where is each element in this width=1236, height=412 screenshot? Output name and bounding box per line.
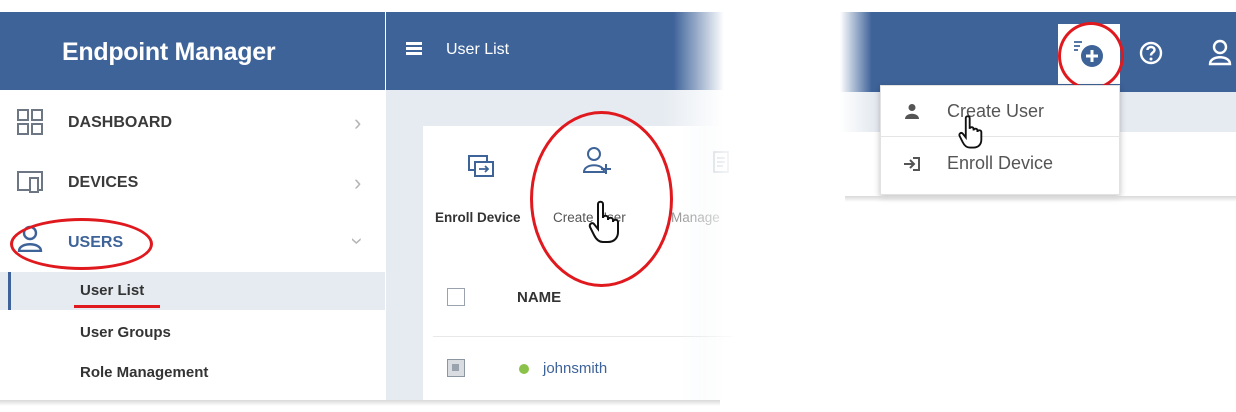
table-divider — [433, 336, 733, 337]
hamburger-menu-icon[interactable] — [406, 42, 422, 55]
chevron-right-icon: › — [354, 110, 362, 135]
manage-icon[interactable] — [713, 150, 729, 174]
hand-pointer-icon — [958, 115, 983, 149]
sidebar-subitem-role-management[interactable]: Role Management — [0, 354, 385, 392]
menu-item-create-user[interactable]: Create User — [881, 86, 1119, 136]
user-link[interactable]: johnsmith — [543, 360, 607, 377]
hand-pointer-icon — [588, 200, 619, 243]
column-header-name[interactable]: NAME — [517, 289, 561, 306]
row-checkbox[interactable] — [447, 359, 465, 377]
sidebar-item-dashboard[interactable]: DASHBOARD › — [0, 92, 385, 152]
sidebar-subitem-label: User Groups — [80, 324, 171, 341]
sidebar-subitem-user-list[interactable]: User List — [0, 272, 385, 310]
menu-item-enroll-device[interactable]: Enroll Device — [881, 138, 1119, 188]
devices-icon — [17, 171, 43, 193]
sidebar-item-label: DASHBOARD — [68, 114, 172, 131]
user-account-icon[interactable] — [1208, 38, 1234, 66]
sidebar-item-label: DEVICES — [68, 174, 139, 191]
quick-add-dropdown: Create User Enroll Device — [880, 85, 1120, 195]
help-icon[interactable] — [1138, 40, 1164, 66]
torn-edge-shadow — [0, 400, 720, 406]
sidebar-subitem-user-groups[interactable]: User Groups — [0, 314, 385, 352]
user-icon — [905, 104, 919, 119]
right-topbar — [840, 12, 1236, 92]
sidebar-item-devices[interactable]: DEVICES › — [0, 152, 385, 212]
menu-item-label: Enroll Device — [947, 153, 1054, 173]
online-status-dot — [519, 364, 529, 374]
enroll-device-button[interactable]: Enroll Device — [435, 210, 521, 225]
manage-button[interactable]: Manage — [671, 210, 720, 225]
enroll-device-icon[interactable] — [467, 154, 495, 180]
highlight-users-ring — [10, 218, 153, 270]
active-indicator — [8, 272, 11, 310]
menu-divider — [881, 136, 1119, 137]
chevron-right-icon: › — [354, 170, 362, 195]
dashboard-grid-icon — [17, 109, 43, 135]
sidebar-subitem-label: User List — [80, 282, 145, 299]
select-all-checkbox[interactable] — [447, 288, 465, 306]
highlight-quick-add-ring — [1058, 22, 1124, 90]
sign-in-icon — [904, 157, 920, 171]
page-title: User List — [446, 41, 510, 58]
topbar — [386, 12, 724, 90]
chevron-down-icon: › — [345, 237, 371, 245]
red-underline — [74, 305, 160, 308]
highlight-create-user-ring — [530, 111, 673, 287]
app-title: Endpoint Manager — [62, 38, 276, 66]
sidebar-subitem-label: Role Management — [80, 364, 209, 381]
torn-edge-shadow — [845, 196, 1236, 202]
